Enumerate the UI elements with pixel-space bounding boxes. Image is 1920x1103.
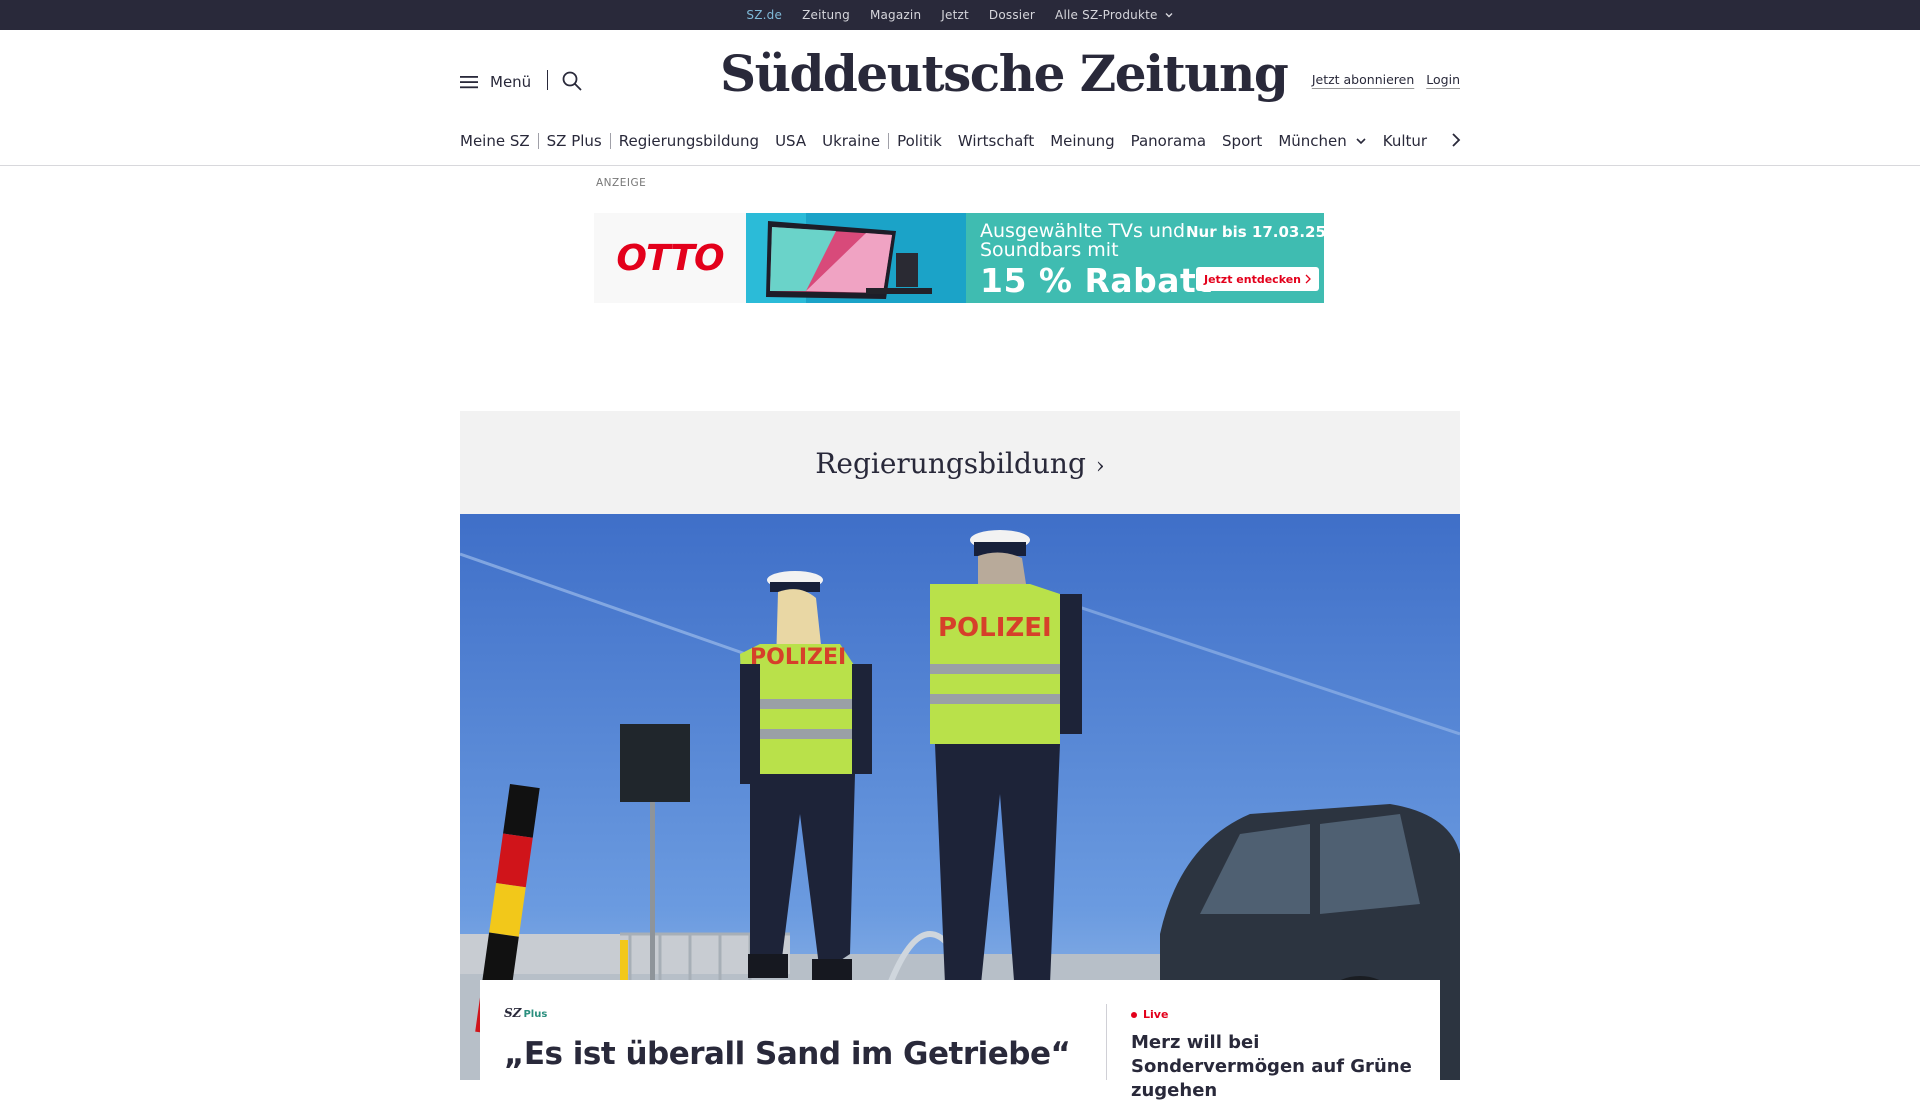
chevron-down-icon bbox=[1165, 13, 1173, 18]
nav-item-panorama[interactable]: Panorama bbox=[1123, 132, 1214, 150]
topbar-link-jetzt[interactable]: Jetzt bbox=[941, 8, 969, 22]
topic-link[interactable]: Regierungsbildung › bbox=[460, 447, 1460, 480]
account-links: Jetzt abonnieren Login bbox=[1312, 72, 1460, 87]
topbar-link-dossier[interactable]: Dossier bbox=[989, 8, 1035, 22]
topbar-all-products-label: Alle SZ-Produkte bbox=[1055, 8, 1158, 22]
site-logo[interactable]: Süddeutsche Zeitung bbox=[720, 44, 1289, 103]
live-dot-icon bbox=[1131, 1011, 1137, 1018]
sz-plus-badge: SZ Plus bbox=[504, 1006, 1074, 1020]
ad-product-image bbox=[746, 213, 966, 303]
tv-soundbar-illustration bbox=[746, 213, 966, 303]
nav-item-meinung[interactable]: Meinung bbox=[1042, 132, 1122, 150]
search-icon bbox=[562, 71, 582, 91]
nav-item-muenchen-label: München bbox=[1278, 132, 1347, 150]
ad-cta-button[interactable]: Jetzt entdecken bbox=[1196, 267, 1320, 291]
ad-brand-logo: OTTO bbox=[594, 213, 746, 303]
nav-item-ukraine[interactable]: Ukraine bbox=[814, 132, 888, 150]
nav-item-regierungsbildung[interactable]: Regierungsbildung bbox=[611, 132, 767, 150]
main-navigation: Meine SZ SZ Plus Regierungsbildung USA U… bbox=[460, 130, 1460, 152]
chevron-down-icon bbox=[1356, 138, 1366, 145]
main-teaser[interactable]: SZ Plus „Es ist überall Sand im Getriebe… bbox=[504, 1006, 1074, 1072]
teaser-card: SZ Plus „Es ist überall Sand im Getriebe… bbox=[480, 980, 1440, 1101]
chevron-right-icon bbox=[1452, 133, 1461, 147]
vest-label-left: POLIZEI bbox=[750, 645, 846, 670]
nav-item-muenchen[interactable]: München bbox=[1270, 132, 1374, 150]
hamburger-icon bbox=[460, 76, 478, 89]
nav-scroll-right-button[interactable] bbox=[1450, 130, 1462, 154]
ad-brand-text: OTTO bbox=[616, 237, 724, 279]
chevron-right-icon bbox=[1305, 274, 1311, 284]
nav-item-kultur[interactable]: Kultur bbox=[1375, 132, 1435, 150]
teaser-headline[interactable]: „Es ist überall Sand im Getriebe“ bbox=[504, 1036, 1074, 1072]
live-badge: Live bbox=[1131, 1008, 1421, 1021]
teaser-divider bbox=[1106, 1004, 1107, 1080]
vest-label-right: POLIZEI bbox=[938, 613, 1052, 643]
topic-section-header: Regierungsbildung › bbox=[460, 411, 1460, 514]
side-teaser[interactable]: Live Merz will bei Sondervermögen auf Gr… bbox=[1131, 1008, 1421, 1103]
subscribe-link[interactable]: Jetzt abonnieren bbox=[1312, 72, 1414, 87]
topic-title: Regierungsbildung bbox=[815, 447, 1086, 480]
live-label: Live bbox=[1143, 1008, 1169, 1021]
nav-item-meine-sz[interactable]: Meine SZ bbox=[460, 132, 538, 150]
nav-item-sz-plus[interactable]: SZ Plus bbox=[539, 132, 610, 150]
topbar-link-magazin[interactable]: Magazin bbox=[870, 8, 921, 22]
sz-plus-badge-plus: Plus bbox=[523, 1009, 548, 1020]
nav-item-sport[interactable]: Sport bbox=[1214, 132, 1270, 150]
ad-label: ANZEIGE bbox=[596, 177, 647, 189]
product-bar: SZ.de Zeitung Magazin Jetzt Dossier Alle… bbox=[0, 0, 1920, 34]
ad-copy-line-1: Ausgewählte TVs und Soundbars mit bbox=[980, 220, 1186, 261]
nav-item-politik[interactable]: Politik bbox=[889, 132, 950, 150]
chevron-right-icon: › bbox=[1095, 454, 1105, 479]
header-divider bbox=[547, 70, 548, 90]
topbar-link-zeitung[interactable]: Zeitung bbox=[802, 8, 850, 22]
ad-copy-discount: 15 % Rabatt bbox=[980, 261, 1213, 300]
login-link[interactable]: Login bbox=[1426, 72, 1460, 87]
ad-cta-label: Jetzt entdecken bbox=[1204, 272, 1302, 286]
ad-banner[interactable]: OTTO Ausgewählte TVs und Soundbars mit 1… bbox=[594, 213, 1324, 303]
ad-validity-date: Nur bis 17.03.25 bbox=[1186, 223, 1324, 241]
topbar-link-sz-de[interactable]: SZ.de bbox=[746, 8, 782, 34]
menu-label: Menü bbox=[490, 73, 532, 91]
nav-item-wirtschaft[interactable]: Wirtschaft bbox=[950, 132, 1042, 150]
topbar-link-all-products[interactable]: Alle SZ-Produkte bbox=[1055, 8, 1174, 22]
side-teaser-headline[interactable]: Merz will bei Sondervermögen auf Grüne z… bbox=[1131, 1031, 1421, 1103]
sz-plus-badge-sz: SZ bbox=[504, 1006, 522, 1020]
site-header: Menü Süddeutsche Zeitung Jetzt abonniere… bbox=[0, 30, 1920, 166]
search-button[interactable] bbox=[561, 70, 583, 96]
menu-button[interactable]: Menü bbox=[460, 73, 531, 91]
ad-creative[interactable]: Ausgewählte TVs und Soundbars mit 15 % R… bbox=[746, 213, 1324, 303]
nav-item-usa[interactable]: USA bbox=[767, 132, 814, 150]
